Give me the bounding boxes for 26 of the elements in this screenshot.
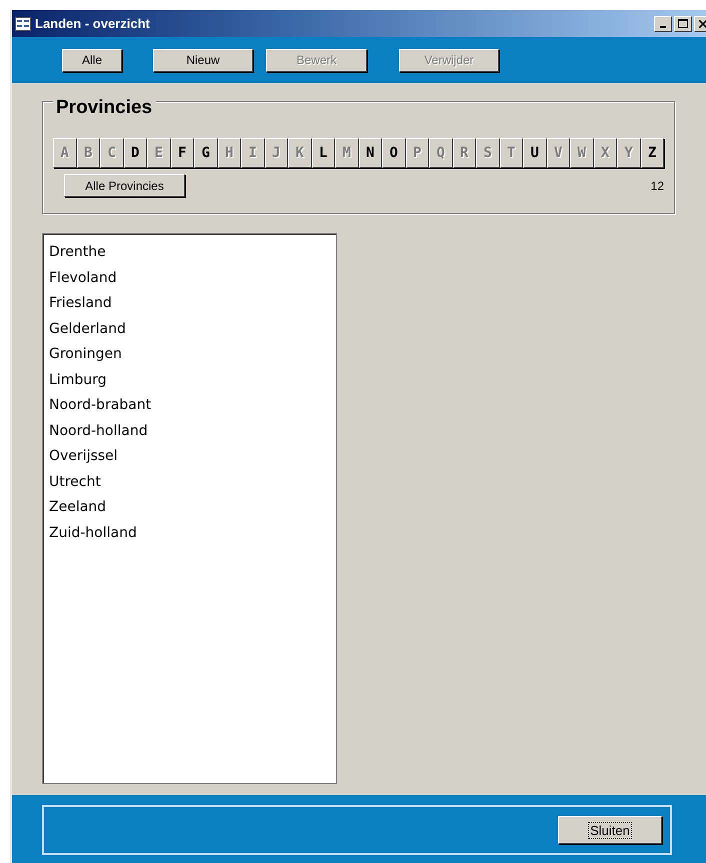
window-title: Landen - overzicht — [35, 16, 151, 31]
list-item[interactable]: Noord-brabant — [49, 393, 330, 418]
letter-button[interactable]: F — [170, 138, 194, 168]
letter-button[interactable]: O — [382, 138, 406, 168]
letter-button[interactable]: U — [523, 138, 546, 168]
toolbar-button[interactable]: Nieuw — [153, 48, 253, 72]
letter-button[interactable]: L — [312, 138, 335, 168]
list-item[interactable]: Overijssel — [49, 444, 330, 470]
list-item[interactable]: Drenthe — [49, 240, 330, 266]
letter-button[interactable]: N — [358, 138, 382, 168]
list-item[interactable]: Flevoland — [49, 266, 330, 291]
toolbar-button[interactable]: Alle — [62, 48, 122, 72]
list-item[interactable]: Limburg — [49, 368, 330, 393]
close-form-button[interactable]: Sluiten — [558, 816, 662, 844]
letter-button[interactable]: Z — [640, 138, 664, 168]
list-item[interactable]: Zuid-holland — [49, 520, 330, 546]
list-item[interactable]: Zeeland — [49, 495, 330, 520]
record-count: 12 — [650, 178, 664, 192]
list-item[interactable]: Noord-holland — [49, 418, 330, 444]
list-item[interactable]: Friesland — [49, 291, 330, 316]
letter-button[interactable]: D — [124, 138, 147, 168]
list-item[interactable]: Gelderland — [49, 316, 330, 342]
letter-button[interactable]: G — [194, 138, 218, 168]
all-provinces-button[interactable]: Alle Provincies — [64, 174, 185, 197]
list-item[interactable]: Utrecht — [49, 470, 330, 495]
list-item[interactable]: Groningen — [49, 342, 330, 368]
